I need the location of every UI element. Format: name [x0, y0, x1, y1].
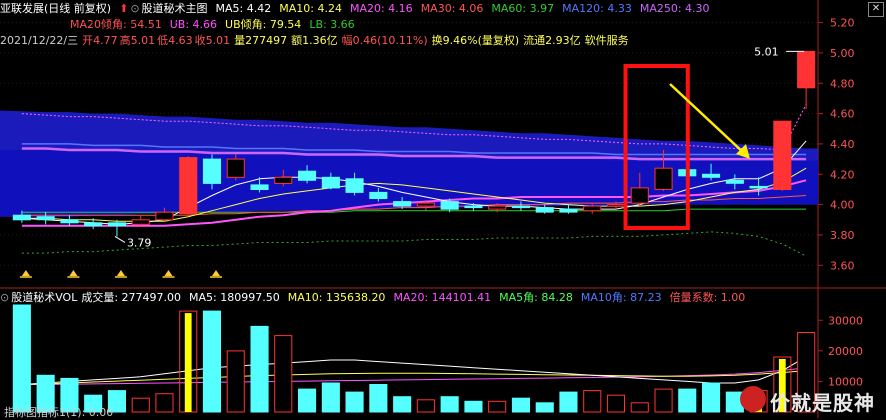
price-tick-label: 3.60 [830, 259, 855, 272]
candle-body [393, 201, 412, 207]
low-price-pointer [114, 236, 126, 243]
volume-bar [131, 397, 150, 413]
volume-bar [369, 384, 388, 413]
candle-body [250, 184, 269, 190]
buy-signal-marker [21, 270, 30, 276]
candle-body [226, 158, 245, 178]
candle-body [298, 170, 317, 181]
volume-bar [226, 350, 245, 413]
volume-bar [630, 402, 649, 413]
volume-bar [678, 388, 697, 413]
candle-body [36, 216, 55, 221]
candle-body [749, 185, 768, 189]
price-tick-label: 4.80 [830, 77, 855, 90]
candle-body [12, 214, 31, 221]
candle-body [60, 219, 79, 224]
volume-double-bar [184, 313, 192, 412]
candle-body [702, 173, 721, 178]
candle-body [488, 205, 507, 210]
candle-body [416, 202, 435, 207]
volume-bar [345, 391, 364, 413]
price-tick-label: 4.00 [830, 199, 855, 212]
buy-signal-marker [164, 270, 173, 276]
buy-signal-marker [212, 270, 220, 276]
volume-bar [702, 382, 721, 413]
candle-body [630, 187, 649, 204]
buy-signal-marker [69, 270, 78, 276]
volume-bar [393, 396, 412, 413]
candle-body [606, 204, 626, 207]
candle-body [274, 176, 293, 184]
candle-body [345, 178, 364, 193]
volume-bar [559, 391, 578, 413]
volume-bar [654, 388, 673, 413]
price-tick-label: 3.80 [830, 229, 855, 242]
volume-bar [511, 397, 531, 413]
candle-body [773, 120, 792, 190]
volume-bar [464, 400, 483, 413]
volume-bar [535, 402, 554, 413]
volume-bar [298, 388, 317, 413]
candle-body [583, 205, 602, 212]
watermark: 价就是股神 [740, 384, 880, 415]
volume-bar [202, 310, 221, 413]
volume-bar [440, 396, 459, 413]
buy-signal-marker [116, 270, 125, 276]
candle-body [369, 191, 388, 199]
candle-body [107, 222, 127, 227]
candle-body [202, 158, 221, 184]
price-tick-label: 5.20 [830, 17, 855, 30]
volume-bar [606, 394, 626, 413]
vol-tick-label: 20000 [828, 345, 863, 358]
last-price-label: 5.01 [754, 45, 779, 58]
volume-bar [583, 390, 602, 413]
candle-body [725, 179, 744, 184]
candle-body [155, 211, 174, 221]
volume-bar [488, 400, 507, 413]
watermark-text: 价就是股神 [770, 391, 875, 415]
candle-body [179, 157, 198, 215]
candle-body [654, 167, 673, 190]
price-tick-label: 4.40 [830, 138, 855, 151]
volume-bar [250, 325, 269, 413]
volume-bar [416, 399, 435, 413]
candle-body [797, 50, 816, 89]
watermark-logo-icon [740, 386, 766, 412]
vol-ma10-line [21, 370, 807, 385]
price-tick-label: 5.00 [830, 47, 855, 60]
candle-body [440, 201, 459, 210]
candle-body [84, 222, 103, 227]
candle-body [559, 208, 578, 213]
vol-tick-label: 30000 [828, 314, 863, 327]
candle-body [131, 219, 150, 225]
volume-bar [274, 335, 293, 413]
volume-bar [12, 304, 31, 413]
candle-body [535, 207, 554, 213]
volume-bar [155, 393, 174, 413]
candle-body [321, 176, 340, 189]
volume-bar [321, 382, 340, 413]
price-tick-label: 4.60 [830, 108, 855, 121]
price-tick-label: 4.20 [830, 168, 855, 181]
candle-body [511, 205, 531, 209]
candle-body [464, 205, 483, 209]
kline-chart[interactable]: 3.603.804.004.204.404.604.805.005.201000… [0, 0, 886, 418]
low-price-label: 3.79 [127, 236, 152, 249]
